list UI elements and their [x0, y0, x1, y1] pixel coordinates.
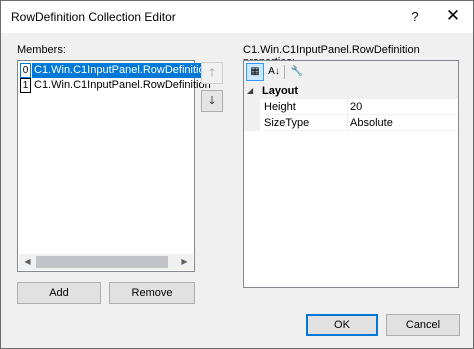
scroll-thumb[interactable]	[36, 256, 168, 268]
property-name: Height	[264, 99, 346, 115]
property-value[interactable]: Absolute	[347, 115, 458, 131]
close-button[interactable]: ✕	[433, 1, 473, 33]
collapse-icon[interactable]: ◢	[247, 83, 259, 99]
horizontal-scrollbar[interactable]: ◀ ▶	[19, 254, 193, 270]
categorized-icon[interactable]: ▦	[246, 63, 264, 81]
move-up-button[interactable]: 🡑	[201, 62, 223, 84]
member-index: 1	[20, 78, 31, 93]
alphabetical-sort-icon[interactable]: A↓	[265, 63, 283, 81]
toolbar-separator	[284, 65, 285, 79]
row-gutter	[244, 99, 260, 115]
row-gutter	[244, 115, 260, 131]
property-row-sizetype[interactable]: SizeType Absolute	[244, 115, 458, 131]
scroll-right-icon[interactable]: ▶	[176, 254, 193, 270]
members-label: Members:	[17, 44, 66, 56]
scroll-left-icon[interactable]: ◀	[19, 254, 36, 270]
window-title: RowDefinition Collection Editor	[11, 10, 176, 24]
category-name: Layout	[262, 85, 299, 97]
collection-editor-dialog: RowDefinition Collection Editor ? ✕ Memb…	[0, 0, 474, 349]
property-name: SizeType	[264, 115, 346, 131]
arrow-down-icon: 🡓	[209, 95, 215, 107]
property-row-height[interactable]: Height 20	[244, 99, 458, 115]
property-grid[interactable]: ▦ A↓ 🔧 ◢ Layout Height 20 SizeType Absol…	[243, 60, 459, 288]
add-button[interactable]: Add	[17, 282, 101, 304]
ok-button[interactable]: OK	[306, 314, 378, 336]
move-down-button[interactable]: 🡓	[201, 90, 223, 112]
remove-button[interactable]: Remove	[109, 282, 195, 304]
members-listbox[interactable]: 0 C1.Win.C1InputPanel.RowDefinition 1 C1…	[17, 60, 213, 272]
property-value[interactable]: 20	[347, 99, 458, 115]
title-bar: RowDefinition Collection Editor ? ✕	[1, 1, 473, 33]
property-grid-body: ◢ Layout Height 20 SizeType Absolute	[244, 83, 458, 287]
property-pages-icon[interactable]: 🔧	[288, 63, 306, 81]
member-index: 0	[20, 63, 31, 78]
category-layout[interactable]: ◢ Layout	[244, 83, 458, 99]
arrow-up-icon: 🡑	[209, 67, 215, 79]
cancel-button[interactable]: Cancel	[386, 314, 460, 336]
property-grid-toolbar: ▦ A↓ 🔧	[244, 61, 458, 83]
member-label: C1.Win.C1InputPanel.RowDefinition	[34, 79, 211, 91]
member-label: C1.Win.C1InputPanel.RowDefinition	[32, 63, 213, 78]
help-button[interactable]: ?	[397, 1, 433, 33]
